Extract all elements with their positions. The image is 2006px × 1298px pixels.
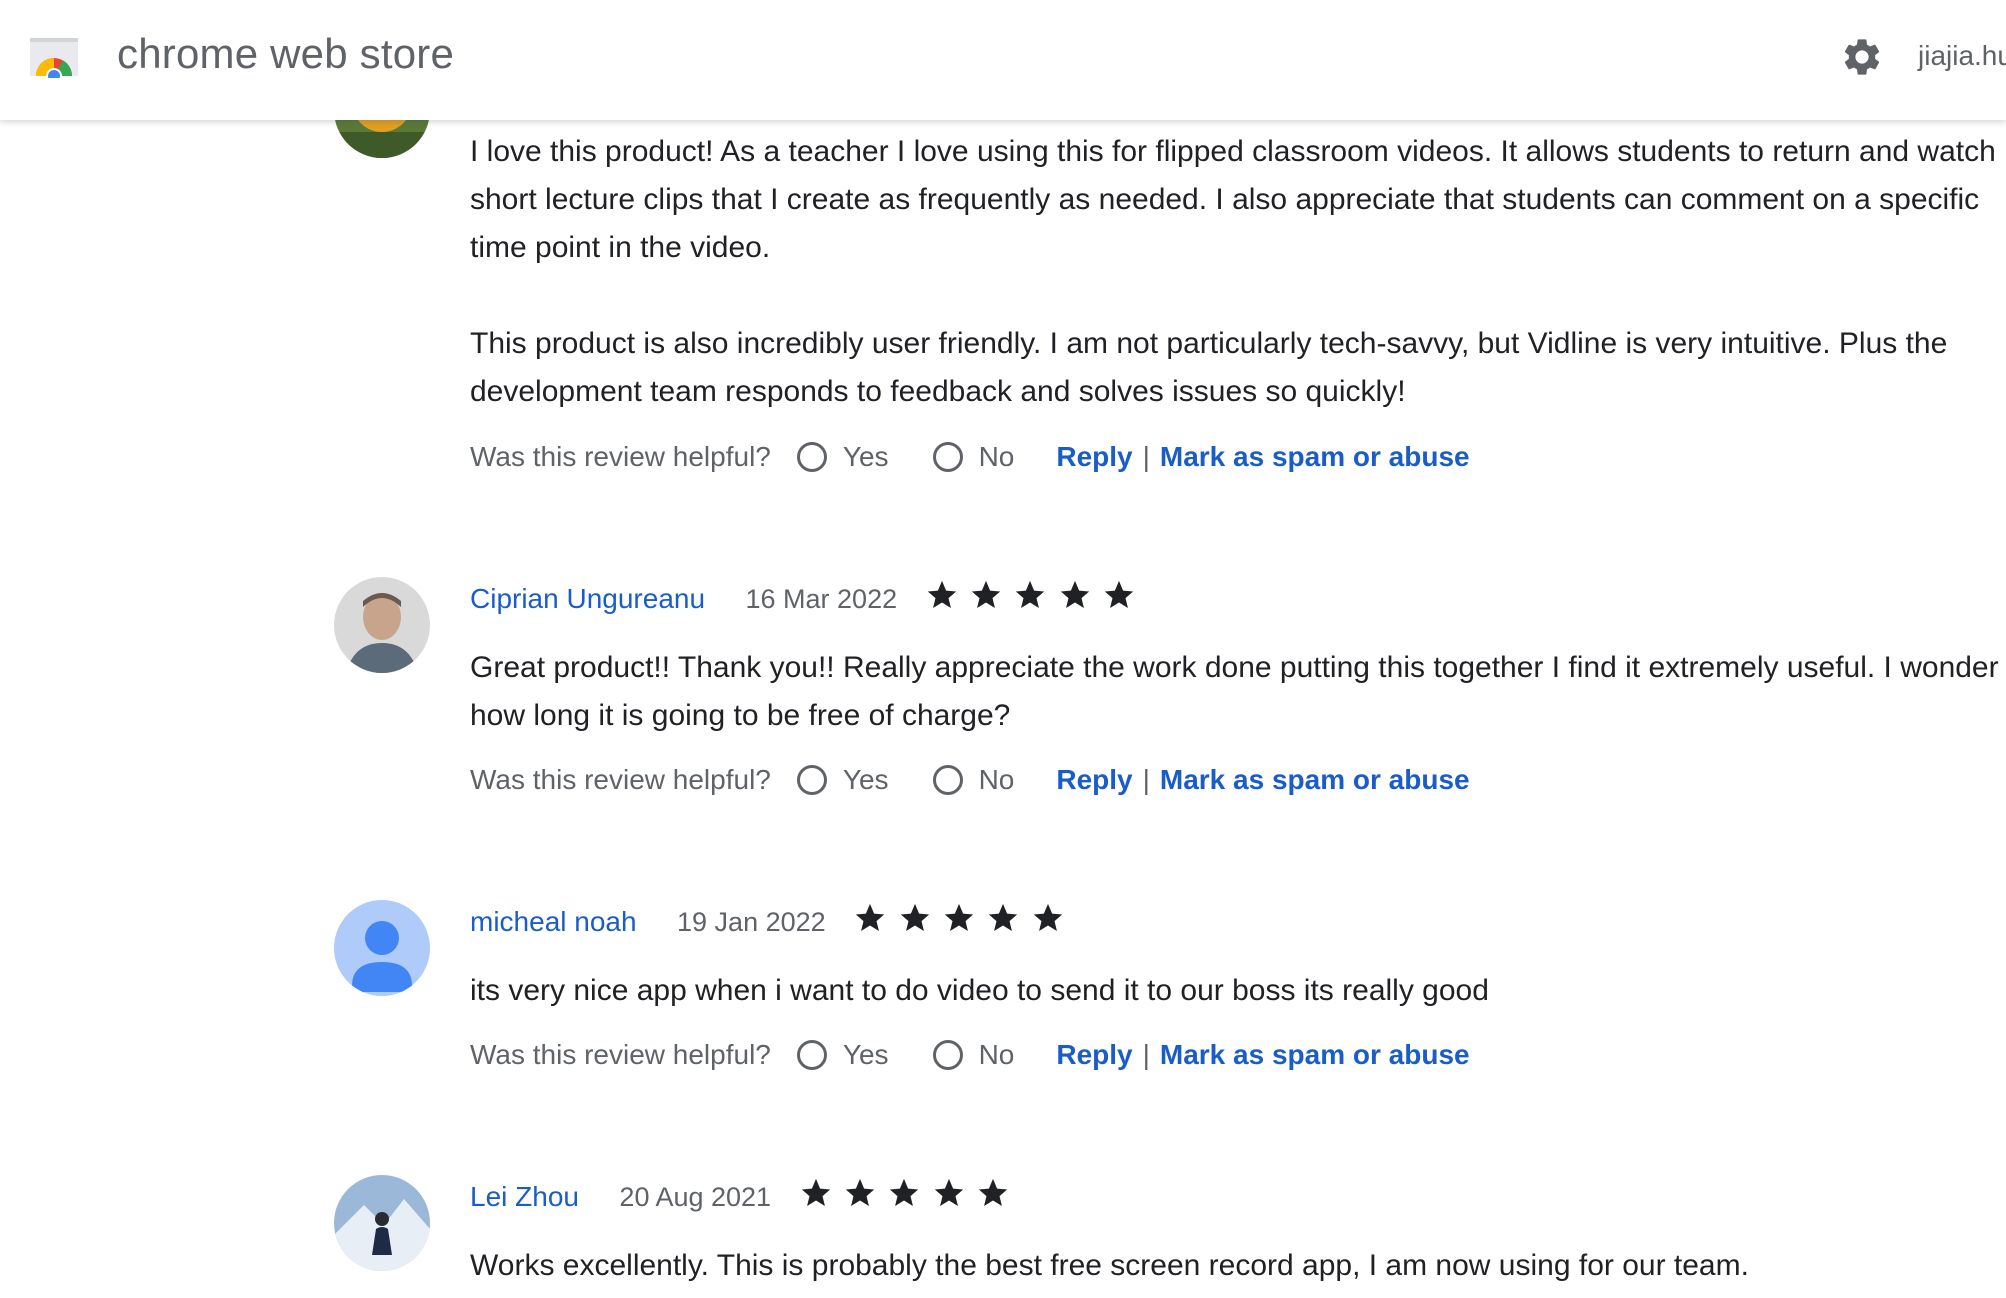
star-icon [845,1178,875,1207]
gear-icon[interactable] [1840,35,1884,79]
review-date: 16 Mar 2022 [745,584,898,614]
avatar[interactable] [334,577,430,673]
link-separator: | [1142,441,1150,472]
review-meta: micheal noah 19 Jan 2022 [470,901,1070,941]
no-label[interactable]: No [979,764,1015,796]
page: I love this product! As a teacher I love… [0,0,2006,1298]
review-meta: Lei Zhou 20 Aug 2021 [470,1176,1015,1216]
report-spam-link[interactable]: Mark as spam or abuse [1160,441,1470,473]
helpful-row: Was this review helpful? Yes No Reply | … [470,760,1470,800]
star-icon [927,580,956,609]
reviews-list: I love this product! As a teacher I love… [0,0,2006,1298]
helpful-prompt: Was this review helpful? [470,764,771,795]
star-rating [852,901,1070,940]
review-paragraph: Works excellently. This is probably the … [470,1249,1749,1282]
yes-label[interactable]: Yes [843,441,889,473]
yes-label[interactable]: Yes [843,1039,889,1071]
no-radio[interactable] [932,765,963,795]
star-icon [900,903,929,932]
star-icon [855,903,885,932]
reply-link[interactable]: Reply [1056,764,1132,796]
star-icon [989,903,1018,932]
report-spam-link[interactable]: Mark as spam or abuse [1160,764,1470,796]
star-icon [934,1178,964,1207]
review-paragraph: This product is also incredibly user fri… [470,327,1948,408]
link-separator: | [1142,764,1150,795]
helpful-prompt: Was this review helpful? [470,441,771,472]
review-paragraph: its very nice app when i want to do vide… [470,974,1489,1007]
star-icon [890,1178,919,1207]
yes-radio[interactable] [796,765,827,795]
no-label[interactable]: No [979,441,1015,473]
top-bar: chrome web store jiajia.hu [0,0,2006,120]
review-text: its very nice app when i want to do vide… [470,967,2000,1015]
star-rating [798,1176,1016,1215]
reply-link[interactable]: Reply [1056,441,1132,473]
no-radio[interactable] [932,442,963,472]
account-name[interactable]: jiajia.hu [1918,40,2006,72]
review-date: 19 Jan 2022 [677,907,826,937]
no-radio[interactable] [932,1040,963,1070]
review-text: Works excellently. This is probably the … [470,1242,2000,1290]
star-icon [801,1178,830,1207]
avatar[interactable] [334,1175,430,1271]
star-rating [924,578,1142,617]
star-icon [1016,580,1045,609]
store-title[interactable]: chrome web store [117,30,454,78]
yes-label[interactable]: Yes [843,764,889,796]
star-icon [1105,580,1134,609]
no-label[interactable]: No [979,1039,1015,1071]
yes-radio[interactable] [796,1040,827,1070]
star-icon [944,903,974,932]
review-date: 20 Aug 2021 [619,1182,772,1212]
star-icon [979,1178,1008,1207]
avatar[interactable] [334,900,430,996]
review-paragraph: I love this product! As a teacher I love… [470,135,1996,264]
star-icon [971,580,1001,609]
review-text: I love this product! As a teacher I love… [470,128,2000,416]
link-separator: | [1142,1039,1150,1070]
author-name[interactable]: Lei Zhou [470,1181,579,1212]
report-spam-link[interactable]: Mark as spam or abuse [1160,1039,1470,1071]
star-icon [1033,903,1063,932]
helpful-prompt: Was this review helpful? [470,1039,771,1070]
reply-link[interactable]: Reply [1056,1039,1132,1071]
helpful-row: Was this review helpful? Yes No Reply | … [470,437,1470,477]
star-icon [1060,580,1090,609]
helpful-row: Was this review helpful? Yes No Reply | … [470,1035,1470,1075]
chrome-web-store-logo[interactable] [28,34,80,78]
review-meta: Ciprian Ungureanu 16 Mar 2022 [470,578,1141,618]
review-paragraph: Great product!! Thank you!! Really appre… [470,651,1999,732]
yes-radio[interactable] [796,442,827,472]
review-text: Great product!! Thank you!! Really appre… [470,644,2000,740]
author-name[interactable]: Ciprian Ungureanu [470,583,705,614]
author-name[interactable]: micheal noah [470,906,637,937]
